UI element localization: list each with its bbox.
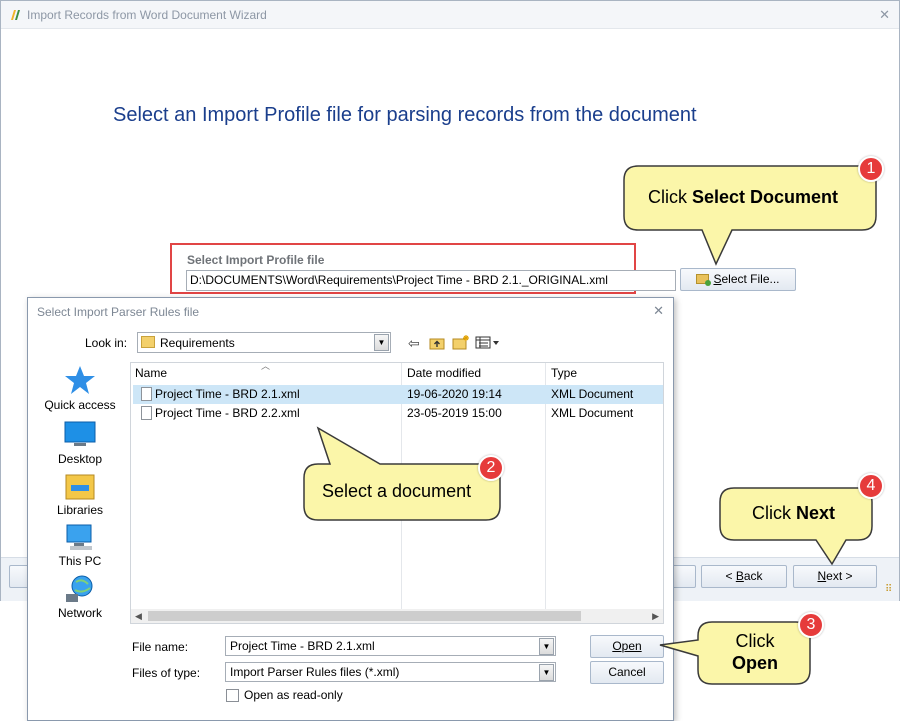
place-libraries[interactable]: Libraries	[32, 471, 128, 517]
document-icon	[141, 406, 152, 420]
file-name-label: File name:	[132, 640, 189, 654]
place-network[interactable]: Network	[32, 574, 128, 620]
callout-bubble	[303, 426, 501, 521]
dialog-titlebar: Select Import Parser Rules file ✕	[28, 298, 673, 326]
file-date: 23-05-2019 15:00	[407, 406, 502, 420]
callout-text: Click Select Document	[648, 187, 839, 207]
file-type: XML Document	[551, 406, 634, 420]
up-folder-icon[interactable]	[429, 336, 445, 350]
profile-path-input[interactable]: D:\DOCUMENTS\Word\Requirements\Project T…	[186, 270, 676, 291]
place-this-pc[interactable]: This PC	[32, 522, 128, 568]
file-name: Project Time - BRD 2.2.xml	[155, 406, 300, 420]
close-icon[interactable]: ✕	[879, 7, 890, 23]
dialog-close-icon[interactable]: ✕	[653, 303, 664, 319]
resize-grip-icon[interactable]: ⠿	[885, 585, 897, 599]
scroll-left-icon[interactable]: ◀	[135, 609, 142, 623]
callout-bubble	[623, 165, 877, 266]
file-name-input[interactable]: Project Time - BRD 2.1.xml ▼	[225, 636, 556, 656]
file-row[interactable]: Project Time - BRD 2.1.xml 19-06-2020 19…	[133, 385, 663, 404]
step-badge: 4	[858, 473, 884, 499]
wizard-heading: Select an Import Profile file for parsin…	[113, 104, 697, 126]
file-type: XML Document	[551, 387, 634, 401]
callout-bubble	[719, 487, 873, 566]
chevron-down-icon[interactable]: ▼	[539, 664, 554, 681]
next-button[interactable]: Next >	[793, 565, 877, 588]
scrollbar-thumb[interactable]	[148, 611, 581, 621]
place-quick-access[interactable]: Quick access	[32, 364, 128, 412]
wizard-titlebar: Import Records from Word Document Wizard…	[1, 1, 899, 29]
chevron-down-icon[interactable]: ▼	[374, 334, 389, 351]
file-name: Project Time - BRD 2.1.xml	[155, 387, 300, 401]
open-folder-icon	[696, 274, 712, 286]
star-icon	[65, 366, 95, 394]
wizard-title: Import Records from Word Document Wizard	[27, 8, 267, 22]
document-icon	[141, 387, 152, 401]
column-header-date[interactable]: Date modified	[403, 363, 547, 384]
profile-label: Select Import Profile file	[187, 253, 325, 267]
back-arrow-icon[interactable]: ⇦	[408, 335, 420, 352]
column-header-type[interactable]: Type	[547, 363, 663, 384]
dialog-title: Select Import Parser Rules file	[37, 305, 200, 319]
horizontal-scrollbar[interactable]: ◀ ▶	[131, 609, 663, 623]
network-globe-icon	[66, 575, 93, 602]
step-badge: 3	[798, 612, 824, 638]
files-of-type-label: Files of type:	[132, 666, 201, 680]
app-logo-icon	[11, 10, 20, 20]
chevron-down-icon[interactable]: ▼	[539, 638, 554, 655]
read-only-checkbox[interactable]	[226, 689, 239, 702]
files-of-type-select[interactable]: Import Parser Rules files (*.xml) ▼	[225, 662, 556, 682]
folder-icon	[141, 336, 155, 348]
file-row[interactable]: Project Time - BRD 2.2.xml 23-05-2019 15…	[133, 404, 663, 423]
look-in-select[interactable]: Requirements ▼	[137, 332, 391, 353]
callout-text: Select a document	[322, 481, 472, 501]
read-only-label: Open as read-only	[244, 688, 343, 702]
libraries-icon	[65, 474, 95, 500]
step-badge: 1	[858, 156, 884, 182]
callout-text: Click Next	[752, 503, 836, 523]
select-file-button[interactable]: Select File...	[680, 268, 796, 291]
places-bar: Quick access Desktop Libraries This PC N…	[32, 358, 128, 628]
column-header-name[interactable]: Name	[131, 363, 401, 384]
new-folder-icon[interactable]	[452, 334, 470, 350]
callout-text: Click Open	[731, 631, 778, 673]
step-badge: 2	[478, 455, 504, 481]
look-in-value: Requirements	[160, 336, 235, 350]
view-menu-icon[interactable]	[475, 336, 501, 349]
look-in-label: Look in:	[85, 336, 128, 350]
cancel-button[interactable]: Cancel	[590, 661, 664, 684]
file-date: 19-06-2020 19:14	[407, 387, 502, 401]
desktop-icon	[64, 421, 96, 446]
open-button[interactable]: Open	[590, 635, 664, 658]
computer-icon	[66, 524, 92, 550]
back-button[interactable]: < Back	[701, 565, 787, 588]
place-desktop[interactable]: Desktop	[32, 420, 128, 466]
